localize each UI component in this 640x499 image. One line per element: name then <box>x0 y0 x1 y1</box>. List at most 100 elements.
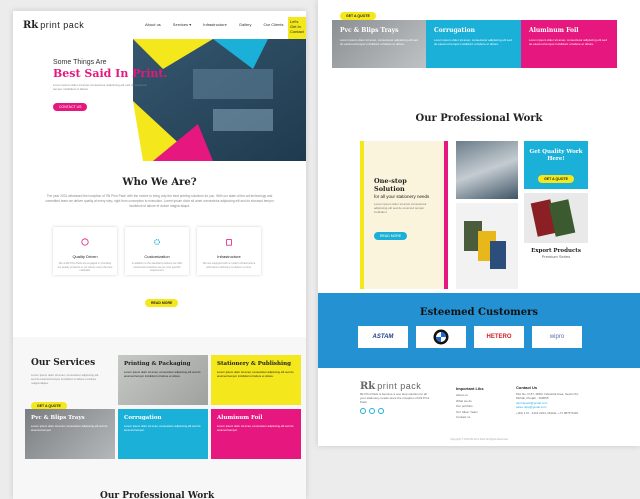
footer-links-title: Important Liks <box>456 386 484 391</box>
top-quote-button[interactable]: GET A QUOTE <box>340 12 376 20</box>
hero-contact-button[interactable]: CONTACT US <box>53 103 88 111</box>
hero-subtext: Lorem ipsum dolor sit amet consectetur a… <box>53 83 147 91</box>
service-tile-desc: Lorem ipsum dolor sit amet, consectetur … <box>124 424 201 432</box>
navbar: Rk print pack About us Services ▾ Infras… <box>13 11 306 39</box>
service-tile-desc: Lorem ipsum dolor sit amet, consectetur … <box>340 38 418 47</box>
nav-item-gallery[interactable]: Gallery <box>239 22 252 27</box>
services-section: Our Services Lorem ipsum dolor sit amet,… <box>13 337 306 499</box>
instagram-icon[interactable] <box>378 408 384 415</box>
onestop-title: One-stop Solution <box>374 177 407 193</box>
customer-logo-text: HETERO <box>486 334 512 340</box>
footer-links: Important Liks About us What we do Our p… <box>456 386 506 420</box>
customer-logo-wipro[interactable]: wipro <box>532 326 582 348</box>
feature-card-desc: We are equipped with a modern infrastruc… <box>202 262 256 269</box>
service-tile-foil[interactable]: Aluminum Foil Lorem ipsum dolor sit amet… <box>521 20 617 68</box>
customer-logo-bmw[interactable] <box>416 326 466 348</box>
nav-item-clients[interactable]: Our Clients <box>264 22 284 27</box>
service-tile-pvc[interactable]: Pvc & Blips Trays Lorem ipsum dolor sit … <box>25 409 115 459</box>
bmw-logo-icon <box>433 329 449 345</box>
service-tile-corrugation[interactable]: Corrugation Lorem ipsum dolor sit amet, … <box>426 20 522 68</box>
onestop-desc: Lorem ipsum dolor sit amet consectetur a… <box>374 202 427 214</box>
customer-logo-text: ASTAM <box>372 334 394 340</box>
footer-logo[interactable]: Rk print pack <box>360 381 430 392</box>
service-tile-desc: Lorem ipsum dolor sit amet, consectetur … <box>124 370 201 378</box>
homepage-preview-right: GET A QUOTE Pvc & Blips Trays Lorem ipsu… <box>318 0 640 446</box>
service-tile-title: Pvc & Blips Trays <box>31 415 85 421</box>
customer-logos: ASTAM HETERO wipro <box>358 326 582 348</box>
professional-work-title-left: Our Professional Work <box>100 491 215 499</box>
service-tile-desc: Lorem ipsum dolor sit amet, consectetur … <box>529 38 607 47</box>
service-tile-printing[interactable]: Printing & Packaging Lorem ipsum dolor s… <box>118 355 208 405</box>
footer-contact-title: Contact Us <box>516 385 538 390</box>
copyright: Copyright © 2019 Rk Print Pack All Right… <box>450 438 508 441</box>
logo-rk: Rk <box>23 19 39 31</box>
hero-headline: Best Said In Print. <box>53 67 168 80</box>
who-paragraph: The year 2001 witnessed the inception of… <box>45 194 274 208</box>
service-tile-title: Corrugation <box>434 27 475 34</box>
services-title: Our Services <box>31 358 96 368</box>
hero-copy: Some Things Are Best Said In Print. Lore… <box>53 59 167 113</box>
contact-cta-button[interactable]: Let's Get In Contact <box>288 17 306 39</box>
footer-email[interactable]: sales.rkpp@gmail.com <box>516 405 588 409</box>
portfolio-image-printer[interactable] <box>456 141 518 199</box>
nav-item-services[interactable]: Services ▾ <box>173 22 191 27</box>
service-tile-desc: Lorem ipsum dolor sit amet, consectetur … <box>217 424 294 432</box>
feature-card-infrastructure: Infrastructure We are equipped with a mo… <box>197 227 261 275</box>
service-tile-title: Stationery & Publishing <box>217 361 291 367</box>
logo-rk: Rk <box>360 381 376 392</box>
portfolio-image-diaries[interactable] <box>524 193 588 243</box>
feature-card-quality: Quality Driven We at Rk Print Pack are e… <box>53 227 117 275</box>
homepage-preview-left: Rk print pack About us Services ▾ Infras… <box>13 11 306 499</box>
quality-tile-button[interactable]: GET A QUOTE <box>538 175 574 183</box>
service-tile-foil[interactable]: Aluminum Foil Lorem ipsum dolor sit amet… <box>211 409 301 459</box>
facebook-icon[interactable] <box>360 408 366 415</box>
who-title: Who We Are? <box>122 177 197 188</box>
customer-logo-text: wipro <box>549 334 565 340</box>
portfolio-quality-tile[interactable]: Get Quality Work Here! GET A QUOTE <box>524 141 588 189</box>
read-more-button[interactable]: READ MORE <box>145 299 179 307</box>
professional-work-title: Our Professional Work <box>415 113 543 124</box>
twitter-icon[interactable] <box>369 408 375 415</box>
onestop-subtitle: for all your stationery needs <box>374 194 430 199</box>
portfolio-onestop-tile[interactable]: One-stop Solution for all your stationer… <box>360 141 448 289</box>
customer-logo-hetero[interactable]: HETERO <box>474 326 524 348</box>
footer-about: Rk print pack Rk Print Pack is become a … <box>360 381 430 415</box>
feature-card-desc: In addition to the standard products we … <box>131 262 183 272</box>
footer-address: Plot No. D-57, MIDC Industrial Area, Sec… <box>516 392 579 400</box>
feature-cards: Quality Driven We at Rk Print Pack are e… <box>53 227 261 275</box>
footer-phone: +(91) 172 - 4444 2244, Mobile: +71 9876 … <box>516 411 579 415</box>
hero-banner: Some Things Are Best Said In Print. Lore… <box>13 39 306 161</box>
footer-about-text: Rk Print Pack is become a one stop solut… <box>360 392 430 405</box>
nav-item-infrastructure[interactable]: Infrastructure <box>203 22 227 27</box>
onestop-read-more-button[interactable]: READ MORE <box>374 232 408 240</box>
service-tile-title: Aluminum Foil <box>217 415 263 421</box>
nav-item-about[interactable]: About us <box>145 22 161 27</box>
feature-card-desc: We at Rk Print Pack are engaged in provi… <box>57 262 113 272</box>
service-tile-pvc[interactable]: Pvc & Blips Trays Lorem ipsum dolor sit … <box>332 20 428 68</box>
service-tile-title: Pvc & Blips Trays <box>340 27 399 34</box>
footer-contact: Contact Us Plot No. D-57, MIDC Industria… <box>516 385 588 416</box>
gear-icon <box>154 239 160 245</box>
services-paragraph: Lorem ipsum dolor sit amet, consectetur … <box>31 373 100 385</box>
logo[interactable]: Rk print pack <box>23 20 84 31</box>
quality-tile-title: Get Quality Work Here! <box>529 149 583 162</box>
nav-menu: About us Services ▾ Infrastructure Galle… <box>145 22 284 27</box>
service-tile-desc: Lorem ipsum dolor sit amet, consectetur … <box>31 424 108 432</box>
service-tile-title: Printing & Packaging <box>124 361 191 367</box>
portfolio-image-notebooks[interactable] <box>456 203 518 289</box>
footer-link[interactable]: Contact us <box>456 415 506 420</box>
logo-text: print pack <box>40 20 85 30</box>
feature-card-customization: Customization In addition to the standar… <box>125 227 189 275</box>
logo-text: print pack <box>377 381 422 391</box>
export-subtitle: Premium Series <box>541 254 571 259</box>
service-tile-stationery[interactable]: Stationery & Publishing Lorem ipsum dolo… <box>211 355 301 405</box>
service-tile-title: Corrugation <box>124 415 162 421</box>
building-icon <box>226 239 232 246</box>
hero-kicker: Some Things Are <box>53 59 107 66</box>
service-tile-desc: Lorem ipsum dolor sit amet, consectetur … <box>434 38 512 47</box>
service-tile-title: Aluminum Foil <box>529 27 579 34</box>
customer-logo-astam[interactable]: ASTAM <box>358 326 408 348</box>
social-icons <box>360 408 430 415</box>
customers-title: Esteemed Customers <box>419 307 538 318</box>
service-tile-corrugation[interactable]: Corrugation Lorem ipsum dolor sit amet, … <box>118 409 208 459</box>
